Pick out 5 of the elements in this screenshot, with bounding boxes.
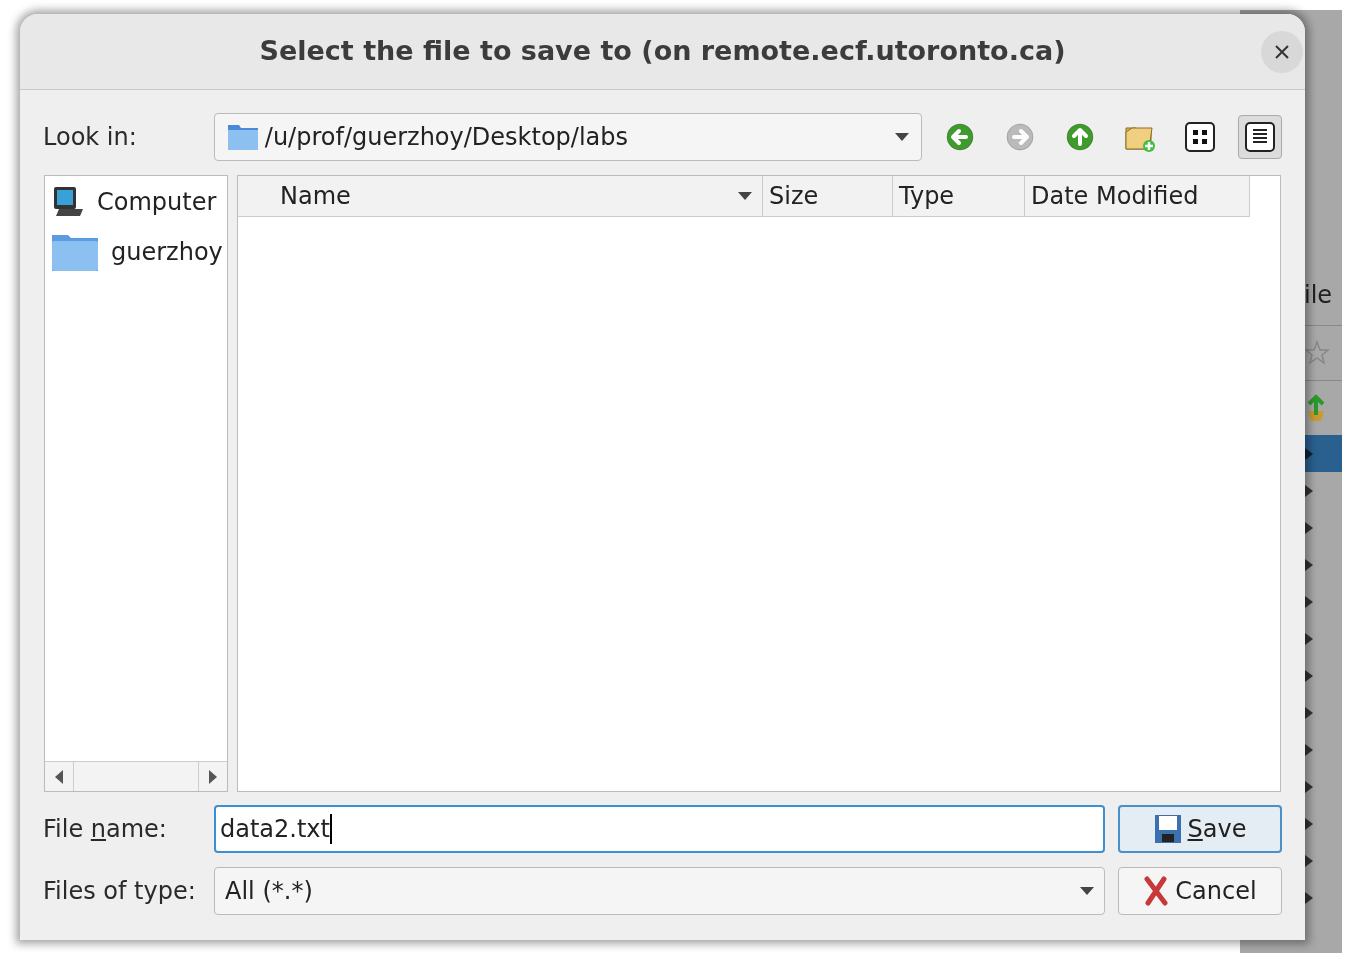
window-text: ile	[1304, 280, 1334, 311]
file-name-label: File name:	[43, 814, 168, 845]
window-title: Select the file to save to (on remote.ecf.utoronto.ca)	[259, 34, 1066, 69]
file-type-label: Files of type:	[43, 876, 197, 907]
look-in-label: Look in:	[43, 122, 138, 153]
